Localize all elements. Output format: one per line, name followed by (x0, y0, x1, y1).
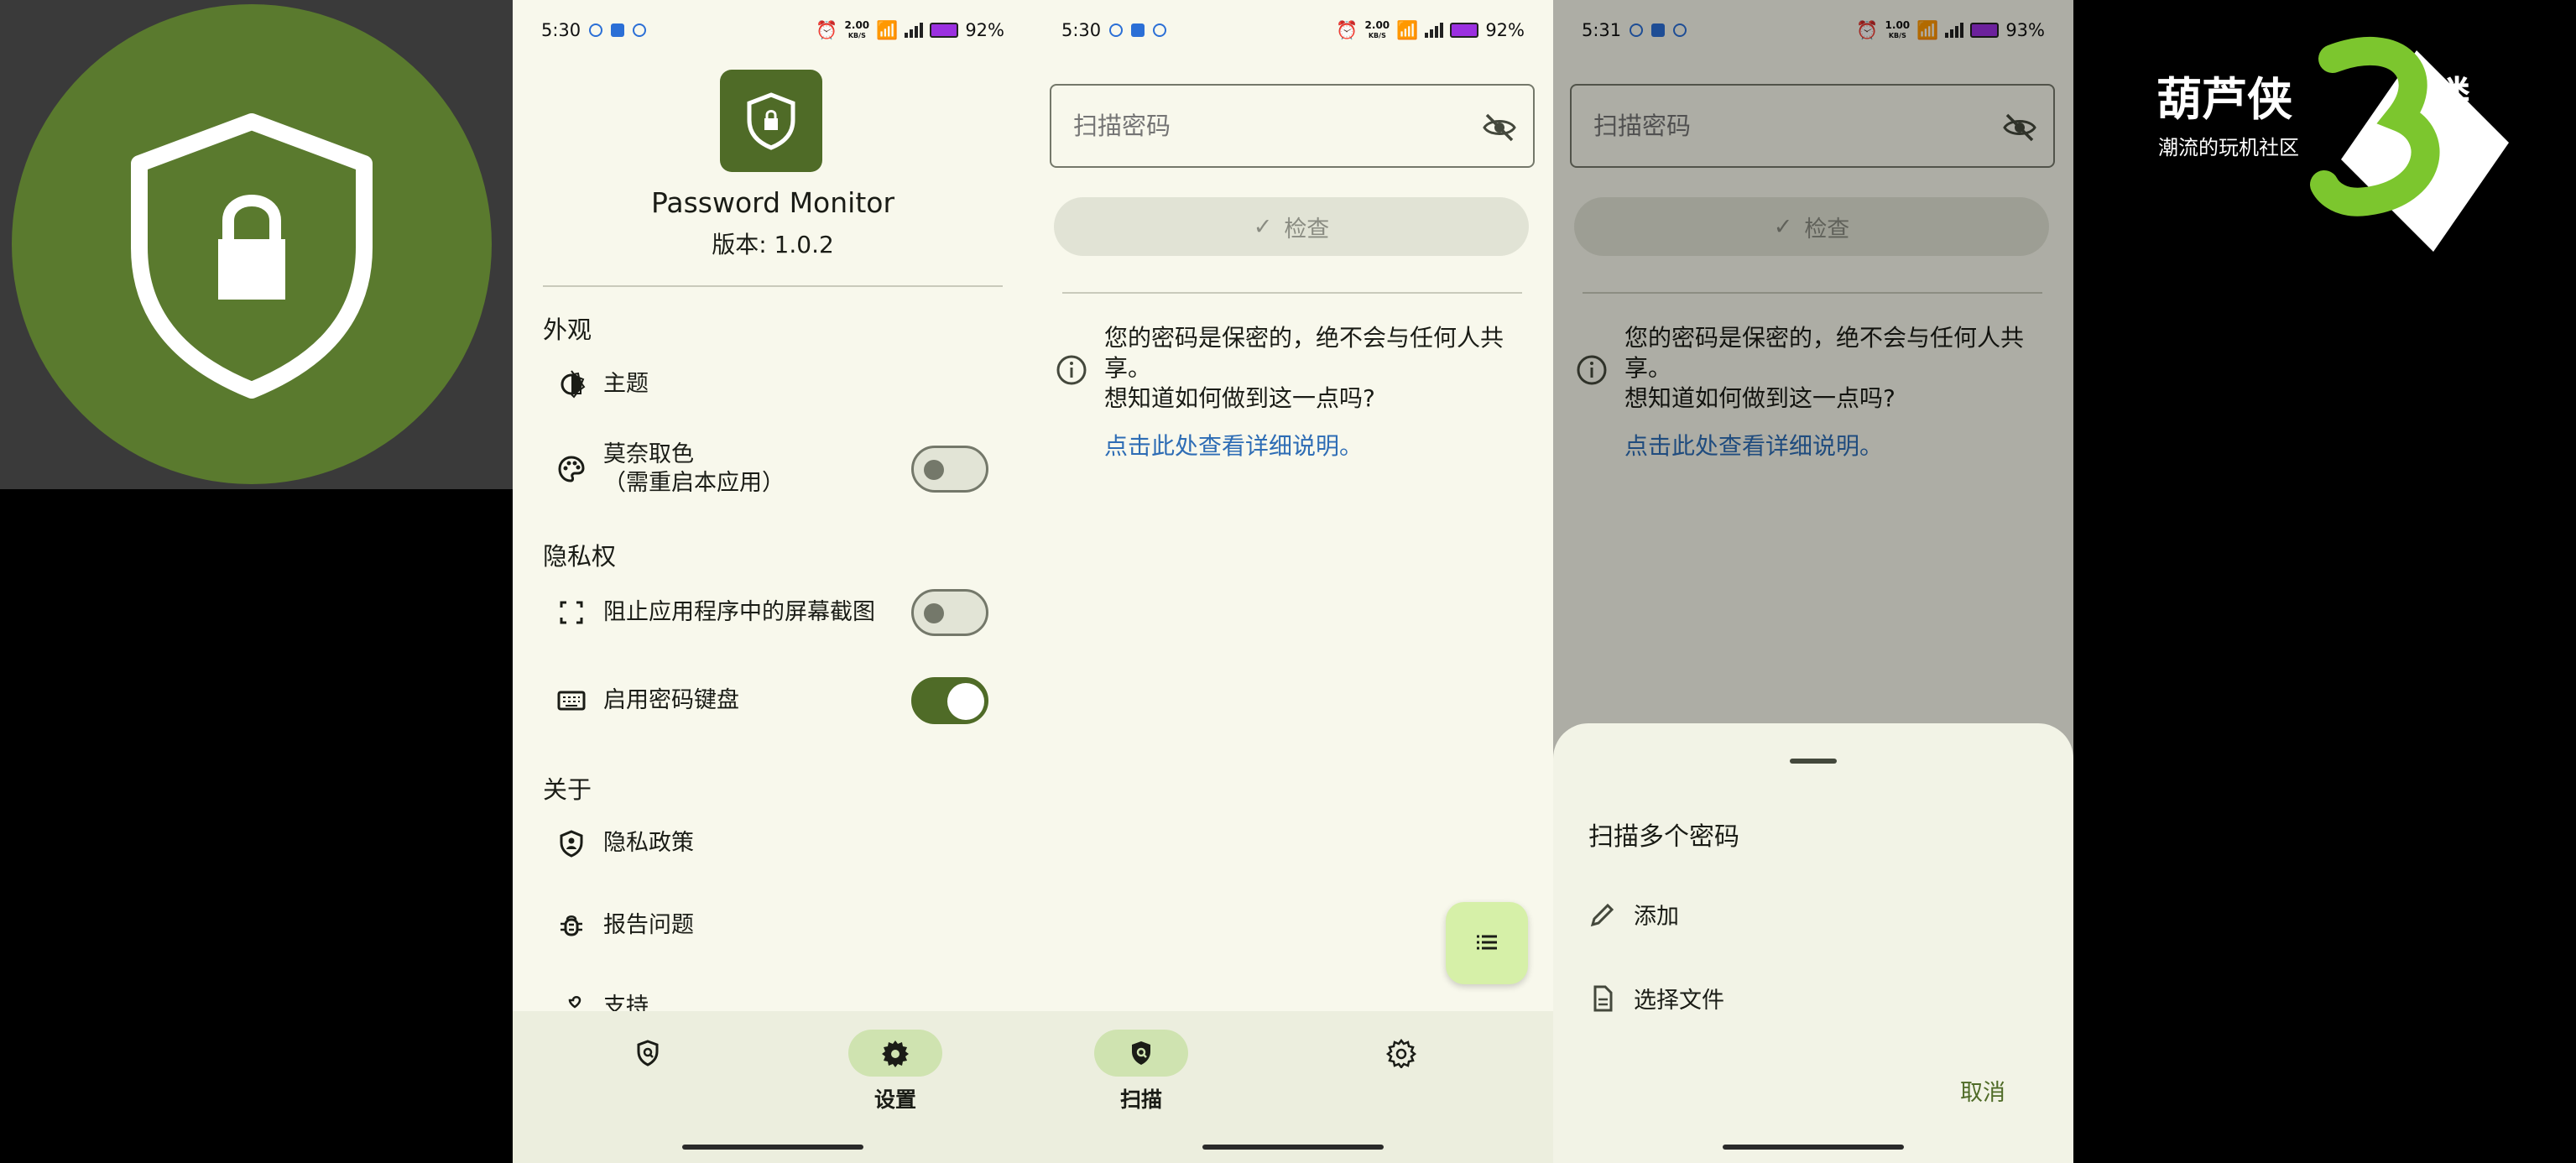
pencil-icon (1590, 903, 1614, 926)
alarm-icon: ⏰ (1336, 19, 1358, 40)
setting-report-issue[interactable]: 报告问题 (555, 909, 1008, 942)
notification-icon (633, 23, 647, 37)
nav-scan-pill (1094, 1030, 1188, 1077)
nav-settings-pill (1354, 1030, 1448, 1077)
cancel-button[interactable]: 取消 (1960, 1074, 2005, 1107)
status-bar: 5:30 ⏰ 2.00 KB/S 📶 92% (513, 0, 1033, 60)
net-speed: 2.00 KB/S (1364, 18, 1390, 39)
bottom-navigation: 扫描 (1033, 1011, 1553, 1163)
setting-privacy-policy[interactable]: 隐私政策 (555, 827, 1008, 860)
screenshot-frame-icon (555, 596, 588, 629)
scan-screen-with-sheet: 5:31 ⏰ 1.00KB/S 📶 93% ✓ 检查 (1553, 0, 2073, 1163)
sheet-choose-file-item[interactable]: 选择文件 (1588, 982, 1724, 1014)
notification-icon (1153, 23, 1167, 37)
watermark-logo: 葫芦侠 潮流的玩机社区 楼 (2148, 25, 2542, 260)
nav-scan[interactable] (601, 1030, 695, 1077)
app-name: Password Monitor (650, 186, 895, 219)
watermark-subtitle: 潮流的玩机社区 (2158, 136, 2299, 159)
battery-level: 92% (1485, 20, 1525, 40)
watermark-title: 葫芦侠 (2156, 73, 2292, 126)
app-logo (720, 70, 822, 172)
file-icon (1593, 985, 1613, 1011)
signal-icon (1425, 23, 1444, 38)
net-speed: 2.00 KB/S (844, 18, 870, 39)
setting-theme[interactable]: 主题 (555, 368, 1008, 401)
shield-lock-icon (747, 92, 795, 150)
bottom-navigation: 设置 (513, 1011, 1033, 1163)
signal-icon (905, 23, 924, 38)
battery-icon (1450, 23, 1479, 38)
notification-icon (1131, 23, 1145, 37)
monet-toggle[interactable] (911, 446, 988, 493)
battery-level: 92% (965, 20, 1004, 40)
app-icon-large (12, 4, 492, 484)
bug-icon (555, 909, 588, 942)
app-icon-preview-panel (0, 0, 513, 489)
sheet-add-item[interactable]: 添加 (1588, 898, 1679, 931)
check-icon: ✓ (1253, 213, 1273, 240)
palette-icon (555, 452, 588, 486)
alarm-icon: ⏰ (816, 19, 838, 40)
shield-search-icon (637, 1040, 659, 1067)
status-time: 5:30 (541, 20, 581, 40)
sheet-title: 扫描多个密码 (1588, 822, 1739, 852)
section-about: 关于 (543, 775, 592, 804)
nav-scan-label: 扫描 (1119, 1087, 1162, 1112)
gear-icon (882, 1040, 909, 1067)
keyboard-icon (555, 684, 588, 717)
password-input[interactable] (1051, 86, 1471, 166)
nav-scan-pill (601, 1030, 695, 1077)
notification-icon (589, 23, 603, 37)
scan-screen: 5:30 ⏰ 2.00KB/S 📶 92% ✓ 检查 (1033, 0, 1553, 1163)
divider (1062, 292, 1522, 294)
home-indicator[interactable] (682, 1145, 863, 1150)
check-button-label: 检查 (1284, 216, 1330, 243)
battery-icon (930, 23, 959, 38)
theme-icon (555, 368, 588, 401)
status-time: 5:30 (1061, 20, 1102, 40)
notification-icon (1109, 23, 1124, 37)
nav-settings-pill (848, 1030, 942, 1077)
block-screenshots-toggle[interactable] (911, 589, 988, 636)
nav-scan[interactable]: 扫描 (1094, 1030, 1188, 1113)
info-text: 您的密码是保密的，绝不会与任何人共享。 想知道如何做到这一点吗? (1104, 324, 1504, 412)
sheet-choose-file-label: 选择文件 (1634, 988, 1724, 1014)
setting-monet-label: 莫奈取色 （需重启本应用） (603, 441, 785, 496)
drag-handle[interactable] (1790, 759, 1837, 764)
settings-screen: 5:30 ⏰ 2.00KB/S 📶 92% Password Monitor (513, 0, 1033, 1163)
wifi-icon: 📶 (1396, 19, 1419, 40)
password-keyboard-toggle[interactable] (911, 677, 988, 724)
status-bar: 5:30 ⏰ 2.00 KB/S 📶 92% (1033, 0, 1553, 60)
setting-theme-label: 主题 (603, 371, 649, 397)
info-icon (1056, 355, 1087, 385)
nav-settings[interactable] (1354, 1030, 1448, 1077)
setting-report-issue-label: 报告问题 (603, 912, 694, 938)
visibility-off-icon[interactable] (1481, 109, 1518, 146)
list-icon (1477, 935, 1497, 950)
app-version: 版本: 1.0.2 (712, 231, 834, 258)
shield-lock-icon (131, 113, 373, 399)
privacy-shield-icon (555, 827, 588, 860)
screenshot-root: 5:30 ⏰ 2.00KB/S 📶 92% Password Monitor (0, 0, 2576, 1163)
check-button[interactable]: ✓ 检查 (1054, 197, 1529, 256)
nav-settings[interactable]: 设置 (848, 1030, 942, 1113)
wifi-icon: 📶 (876, 19, 899, 40)
setting-block-screenshots-label: 阻止应用程序中的屏幕截图 (603, 599, 875, 625)
section-privacy: 隐私权 (543, 542, 617, 571)
details-link[interactable]: 点击此处查看详细说明。 (1104, 428, 1363, 462)
setting-privacy-policy-label: 隐私政策 (603, 830, 694, 856)
home-indicator[interactable] (1202, 1145, 1384, 1150)
shield-search-icon (1132, 1041, 1150, 1065)
watermark-floor: 楼 (2432, 73, 2470, 118)
setting-password-keyboard-label: 启用密码键盘 (603, 687, 739, 713)
nav-settings-label: 设置 (873, 1087, 916, 1112)
home-indicator[interactable] (1723, 1145, 1904, 1150)
scan-multiple-fab[interactable] (1446, 902, 1528, 984)
password-field[interactable] (1050, 84, 1535, 168)
gear-icon (1386, 1038, 1416, 1068)
divider (543, 285, 1003, 287)
section-appearance: 外观 (543, 316, 592, 344)
notification-icon (611, 23, 625, 37)
sheet-add-label: 添加 (1634, 904, 1679, 930)
